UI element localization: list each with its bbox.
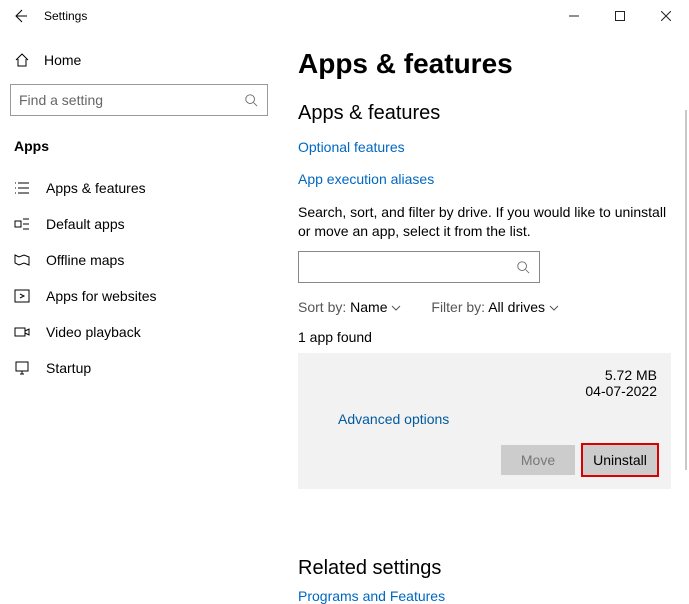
advanced-options-link[interactable]: Advanced options	[338, 411, 657, 427]
sidebar: Home Apps Apps & features Default apps O…	[0, 32, 278, 587]
search-icon	[515, 259, 531, 275]
nav-item-label: Offline maps	[46, 252, 124, 268]
nav-item-label: Video playback	[46, 324, 141, 340]
section-heading: Apps & features	[298, 102, 673, 125]
chevron-down-icon	[549, 299, 559, 315]
nav-home-label: Home	[44, 52, 81, 68]
sort-by-dropdown[interactable]: Sort by: Name	[298, 299, 401, 315]
uninstall-button[interactable]: Uninstall	[583, 445, 657, 475]
nav-offline-maps[interactable]: Offline maps	[10, 242, 268, 278]
nav-apps-features[interactable]: Apps & features	[10, 170, 268, 206]
home-icon	[14, 52, 30, 68]
sidebar-section-label: Apps	[10, 134, 268, 170]
window-title: Settings	[44, 9, 87, 23]
content: Apps & features Apps & features Optional…	[278, 32, 689, 587]
sort-value: Name	[350, 299, 387, 315]
default-apps-icon	[14, 216, 30, 232]
nav-home[interactable]: Home	[10, 44, 268, 84]
window-controls	[551, 0, 689, 32]
nav-item-label: Apps for websites	[46, 288, 157, 304]
nav-item-label: Startup	[46, 360, 91, 376]
app-entry[interactable]: 5.72 MB 04-07-2022 Advanced options Move…	[298, 353, 671, 489]
startup-icon	[14, 360, 30, 376]
map-icon	[14, 252, 30, 268]
maximize-button[interactable]	[597, 0, 643, 32]
filter-label: Filter by:	[431, 299, 485, 315]
page-heading: Apps & features	[298, 48, 673, 80]
nav-item-label: Apps & features	[46, 180, 146, 196]
minimize-button[interactable]	[551, 0, 597, 32]
nav-item-label: Default apps	[46, 216, 125, 232]
nav-default-apps[interactable]: Default apps	[10, 206, 268, 242]
nav-startup[interactable]: Startup	[10, 350, 268, 386]
app-size: 5.72 MB	[585, 367, 657, 383]
search-icon	[243, 92, 259, 108]
description-text: Search, sort, and filter by drive. If yo…	[298, 203, 673, 241]
programs-and-features-link[interactable]: Programs and Features	[298, 588, 673, 604]
nav-video-playback[interactable]: Video playback	[10, 314, 268, 350]
find-setting-search[interactable]	[10, 84, 268, 116]
move-button[interactable]: Move	[501, 445, 575, 475]
website-icon	[14, 288, 30, 304]
list-icon	[14, 180, 30, 196]
sort-label: Sort by:	[298, 299, 346, 315]
filter-value: All drives	[488, 299, 545, 315]
video-icon	[14, 324, 30, 340]
close-button[interactable]	[643, 0, 689, 32]
app-date: 04-07-2022	[585, 383, 657, 399]
filter-by-dropdown[interactable]: Filter by: All drives	[431, 299, 559, 315]
link-app-execution-aliases[interactable]: App execution aliases	[298, 171, 673, 187]
nav-apps-for-websites[interactable]: Apps for websites	[10, 278, 268, 314]
titlebar: Settings	[0, 0, 689, 32]
scrollbar[interactable]	[685, 110, 687, 470]
related-settings-heading: Related settings	[298, 557, 673, 580]
back-button[interactable]	[12, 8, 28, 24]
find-setting-input[interactable]	[19, 92, 243, 108]
app-search[interactable]	[298, 251, 540, 283]
link-optional-features[interactable]: Optional features	[298, 139, 673, 155]
app-count: 1 app found	[298, 329, 673, 345]
chevron-down-icon	[391, 299, 401, 315]
